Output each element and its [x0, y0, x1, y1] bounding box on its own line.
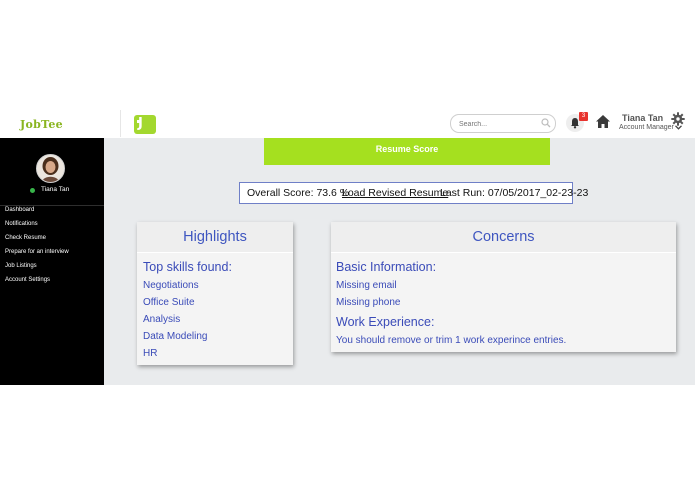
sidebar-item-dashboard[interactable]: Dashboard: [5, 207, 34, 213]
sidebar-user-name: Tiana Tan: [41, 186, 70, 193]
notification-badge: 3: [579, 112, 588, 121]
last-run: Last Run: 07/05/2017_02-23-23: [440, 187, 589, 199]
concerns-panel: Concerns Basic Information: Missing emai…: [331, 222, 676, 352]
header-user-role: Account Manager: [619, 124, 674, 131]
avatar[interactable]: [36, 154, 65, 183]
overall-score: Overall Score: 73.6 %: [247, 187, 350, 199]
header-user-name[interactable]: Tiana Tan: [622, 113, 663, 123]
list-item: Analysis: [143, 314, 181, 325]
chevron-down-icon[interactable]: [675, 125, 682, 130]
status-online-icon: [30, 188, 35, 193]
concerns-header: Concerns: [331, 222, 676, 253]
list-item: Missing phone: [336, 297, 401, 308]
app-icon-glyph: J: [138, 116, 143, 131]
search-input[interactable]: [457, 116, 541, 132]
list-item: Office Suite: [143, 297, 195, 308]
banner-title: Resume Score: [375, 144, 439, 154]
resume-score-banner: Resume Score: [264, 138, 550, 165]
sidebar-divider: [0, 205, 104, 206]
app-icon[interactable]: J: [134, 115, 156, 134]
home-icon[interactable]: [595, 114, 611, 129]
top-bar: [0, 108, 695, 138]
highlights-header: Highlights: [137, 222, 293, 253]
work-experience-section-label: Work Experience:: [336, 315, 435, 329]
list-item: You should remove or trim 1 work experin…: [336, 335, 567, 346]
highlights-panel: Highlights Top skills found: Negotiation…: [137, 222, 293, 365]
load-revised-resume-link[interactable]: Load Revised Resume: [342, 187, 448, 199]
search-icon[interactable]: [541, 118, 551, 128]
search-box[interactable]: [450, 114, 556, 133]
sidebar-item-job-listings[interactable]: Job Listings: [5, 263, 37, 269]
profile-photo: [37, 155, 64, 182]
skills-section-label: Top skills found:: [143, 260, 232, 274]
list-item: Negotiations: [143, 280, 199, 291]
sidebar-item-check-resume[interactable]: Check Resume: [5, 235, 46, 241]
list-item: Data Modeling: [143, 331, 208, 342]
sidebar-item-notifications[interactable]: Notifications: [5, 221, 38, 227]
header-divider: [120, 110, 121, 137]
sidebar-item-prepare-interview[interactable]: Prepare for an interview: [5, 249, 69, 255]
list-item: Missing email: [336, 280, 397, 291]
list-item: HR: [143, 348, 158, 359]
gear-icon[interactable]: [671, 112, 685, 126]
concerns-title: Concerns: [472, 229, 535, 245]
highlights-title: Highlights: [183, 229, 247, 245]
overall-score-bar: Overall Score: 73.6 % Load Revised Resum…: [239, 182, 588, 204]
basic-info-section-label: Basic Information:: [336, 260, 437, 274]
logo[interactable]: JobTee: [20, 118, 63, 131]
sidebar-item-account-settings[interactable]: Account Settings: [5, 277, 50, 283]
